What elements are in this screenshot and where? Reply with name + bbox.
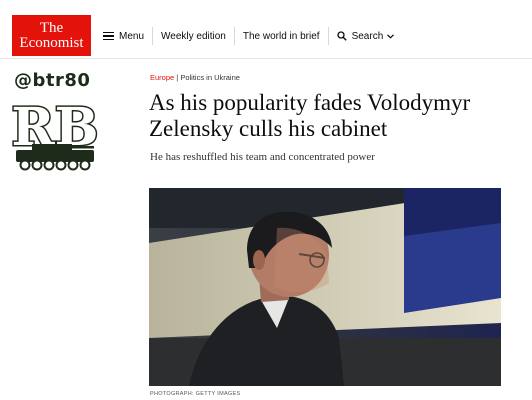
search-label: Search xyxy=(351,30,384,42)
menu-label: Menu xyxy=(119,30,145,42)
article-photo xyxy=(149,188,501,386)
section-link[interactable]: Europe xyxy=(150,73,174,82)
logo-line-1: The xyxy=(39,19,64,36)
world-in-brief-link[interactable]: The world in brief xyxy=(235,26,328,46)
topic-link[interactable]: Politics in Ukraine xyxy=(180,73,240,82)
economist-logo[interactable]: The Economist xyxy=(12,15,91,56)
watermark-handle: @btr80 xyxy=(14,70,91,91)
logo-line-2: Economist xyxy=(19,34,84,51)
search-button[interactable]: Search xyxy=(329,26,403,46)
search-icon xyxy=(336,31,347,41)
hamburger-icon xyxy=(103,31,114,41)
article-headline: As his popularity fades Volodymyr Zelens… xyxy=(149,90,471,141)
kicker-separator: | xyxy=(176,73,179,82)
article-subhead: He has reshuffled his team and concentra… xyxy=(150,151,375,163)
photo-credit: PHOTOGRAPH: GETTY IMAGES xyxy=(150,391,241,397)
weekly-edition-link[interactable]: Weekly edition xyxy=(153,26,234,46)
photo-illustration xyxy=(149,188,501,386)
chevron-down-icon xyxy=(387,33,395,39)
menu-button[interactable]: Menu xyxy=(103,26,152,46)
site-header: The Economist Menu Weekly edition The wo… xyxy=(0,0,532,59)
weekly-edition-label: Weekly edition xyxy=(161,30,226,42)
main-nav: Menu Weekly edition The world in brief S… xyxy=(103,26,402,46)
tank-watermark-icon: RB xyxy=(12,96,98,171)
article-kicker: Europe | Politics in Ukraine xyxy=(150,73,240,82)
world-in-brief-label: The world in brief xyxy=(242,30,320,42)
